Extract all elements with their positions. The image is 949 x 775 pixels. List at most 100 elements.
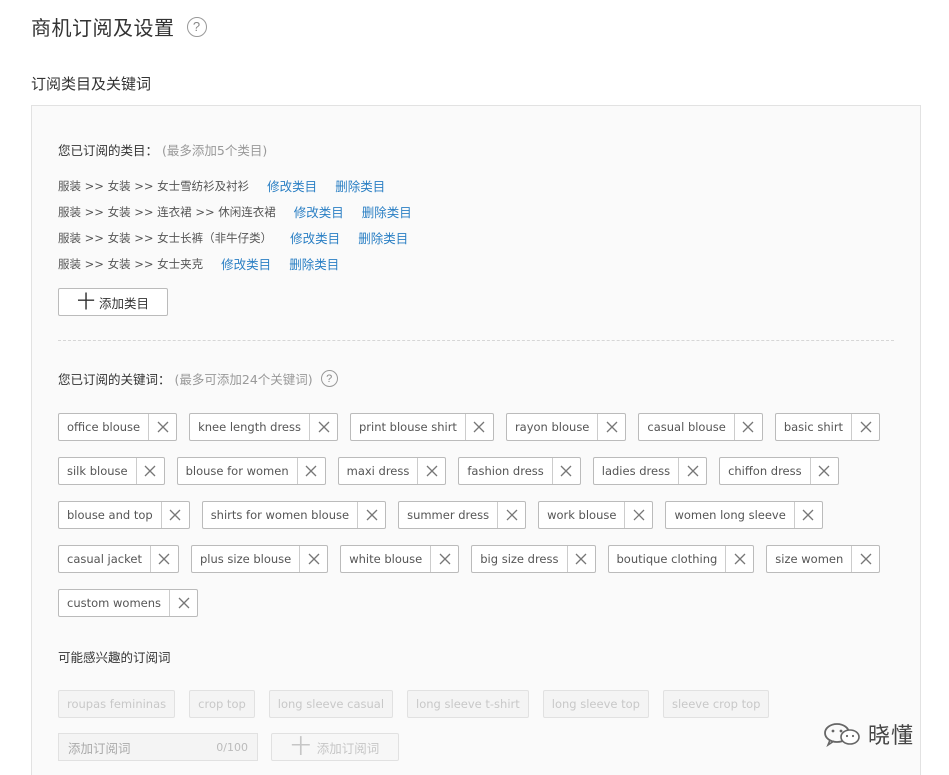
remove-keyword-icon[interactable]: [497, 502, 525, 528]
categories-note: (最多添加5个类目): [162, 143, 268, 158]
keyword-tag-label: shirts for women blouse: [210, 508, 350, 522]
keyword-tag-label: plus size blouse: [199, 552, 292, 566]
remove-keyword-icon[interactable]: [809, 458, 838, 484]
remove-keyword-icon[interactable]: [566, 546, 595, 572]
keyword-tag-label: chiffon dress: [728, 464, 802, 478]
keyword-tag: big size dress: [471, 545, 596, 573]
categories-label: 您已订阅的类目： (最多添加5个类目): [58, 140, 267, 159]
keyword-tag-label: custom womens: [67, 596, 162, 610]
edit-category-link[interactable]: 修改类目: [267, 176, 317, 195]
remove-keyword-icon[interactable]: [733, 414, 762, 440]
category-path: 服装 >> 女装 >> 女士长裤（非牛仔类）: [58, 230, 273, 245]
categories-label-text: 您已订阅的类目：: [58, 143, 159, 158]
suggested-keyword[interactable]: long sleeve t-shirt: [407, 690, 529, 718]
keyword-tag-label: silk blouse: [67, 464, 128, 478]
keyword-tag-label: basic shirt: [783, 420, 844, 434]
remove-keyword-icon[interactable]: [417, 458, 445, 484]
wechat-logo-icon: [824, 723, 860, 747]
category-row: 服装 >> 女装 >> 女士雪纺衫及衬衫 修改类目 删除类目: [58, 176, 385, 195]
keywords-label-text: 您已订阅的关键词：: [58, 372, 171, 387]
remove-keyword-icon[interactable]: [725, 546, 753, 572]
remove-keyword-icon[interactable]: [851, 414, 879, 440]
remove-keyword-icon[interactable]: [851, 546, 879, 572]
plus-icon: 十: [290, 736, 311, 758]
watermark-text: 晓懂: [868, 724, 915, 749]
keyword-tag: blouse and top: [58, 501, 190, 529]
remove-keyword-icon[interactable]: [430, 546, 458, 572]
keyword-tag: boutique clothing: [607, 545, 755, 573]
edit-category-link[interactable]: 修改类目: [290, 228, 340, 247]
section-title: 订阅类目及关键词: [31, 75, 152, 93]
remove-keyword-icon[interactable]: [299, 546, 327, 572]
keyword-tag: casual jacket: [58, 545, 179, 573]
add-keyword-input[interactable]: 添加订阅词 0/100: [58, 733, 258, 761]
keyword-tag: casual blouse: [638, 413, 763, 441]
remove-keyword-icon[interactable]: [357, 502, 385, 528]
add-keyword-button[interactable]: 十 添加订阅词: [271, 733, 399, 761]
category-row: 服装 >> 女装 >> 连衣裙 >> 休闲连衣裙 修改类目 删除类目: [58, 202, 412, 221]
page-title: 商机订阅及设置 ?: [31, 12, 207, 41]
add-keyword-button-label: 添加订阅词: [316, 740, 380, 756]
keyword-tag-label: work blouse: [547, 508, 617, 522]
remove-keyword-icon[interactable]: [160, 502, 189, 528]
keyword-tag-label: blouse for women: [185, 464, 289, 478]
delete-category-link[interactable]: 删除类目: [335, 176, 385, 195]
keyword-tags: office blouse knee length dress print blou…: [58, 413, 898, 633]
delete-category-link[interactable]: 删除类目: [362, 202, 412, 221]
keyword-tag: maxi dress: [337, 457, 447, 485]
keyword-tag-label: office blouse: [67, 420, 141, 434]
keyword-tag: custom womens: [58, 589, 199, 617]
category-path: 服装 >> 女装 >> 女士夹克: [58, 256, 204, 271]
remove-keyword-icon[interactable]: [551, 458, 580, 484]
remove-keyword-icon[interactable]: [624, 502, 652, 528]
divider: [58, 340, 894, 341]
remove-keyword-icon[interactable]: [464, 414, 493, 440]
keyword-tag-label: size women: [775, 552, 844, 566]
keyword-tag-label: women long sleeve: [674, 508, 786, 522]
keyword-tag-row: office blouse knee length dress print blou…: [58, 413, 898, 441]
suggested-keyword[interactable]: crop top: [189, 690, 255, 718]
suggested-keyword[interactable]: sleeve crop top: [662, 690, 770, 718]
remove-keyword-icon[interactable]: [309, 414, 337, 440]
remove-keyword-icon[interactable]: [169, 590, 197, 616]
keyword-tag: white blouse: [340, 545, 460, 573]
keyword-tag: rayon blouse: [505, 413, 627, 441]
remove-keyword-icon[interactable]: [149, 546, 178, 572]
edit-category-link[interactable]: 修改类目: [294, 202, 344, 221]
remove-keyword-icon[interactable]: [296, 458, 325, 484]
keyword-tag-label: rayon blouse: [514, 420, 590, 434]
keyword-tag: blouse for women: [176, 457, 326, 485]
suggested-keyword[interactable]: long sleeve casual: [268, 690, 394, 718]
page-title-text: 商机订阅及设置: [31, 16, 175, 40]
help-icon[interactable]: ?: [320, 370, 338, 387]
help-icon[interactable]: ?: [186, 16, 207, 37]
plus-icon: 十: [76, 292, 95, 312]
keyword-tag-row: silk blouse blouse for women maxi dress fas…: [58, 457, 898, 485]
keyword-tag-label: casual jacket: [67, 552, 142, 566]
keyword-tag-row: casual jacket plus size blouse white blous…: [58, 545, 898, 573]
remove-keyword-icon[interactable]: [597, 414, 625, 440]
add-category-button[interactable]: 十 添加类目: [58, 288, 168, 316]
edit-category-link[interactable]: 修改类目: [221, 254, 271, 273]
suggested-keyword[interactable]: long sleeve top: [542, 690, 649, 718]
keyword-tag-label: fashion dress: [467, 464, 544, 478]
suggested-keywords: roupas femininas crop top long sleeve casu…: [58, 690, 783, 718]
remove-keyword-icon[interactable]: [793, 502, 822, 528]
suggested-keyword[interactable]: roupas femininas: [58, 690, 176, 718]
category-path: 服装 >> 女装 >> 连衣裙 >> 休闲连衣裙: [58, 204, 276, 219]
remove-keyword-icon[interactable]: [678, 458, 706, 484]
delete-category-link[interactable]: 删除类目: [358, 228, 408, 247]
keyword-tag: summer dress: [398, 501, 527, 529]
keywords-note: (最多可添加24个关键词): [174, 372, 313, 387]
keyword-tag: women long sleeve: [665, 501, 823, 529]
remove-keyword-icon[interactable]: [135, 458, 164, 484]
watermark: 晓懂: [822, 718, 914, 750]
char-count: 0/100: [216, 740, 248, 754]
keyword-tag-label: white blouse: [349, 552, 423, 566]
keyword-tag: work blouse: [538, 501, 654, 529]
delete-category-link[interactable]: 删除类目: [289, 254, 339, 273]
remove-keyword-icon[interactable]: [148, 414, 176, 440]
keyword-tag: print blouse shirt: [350, 413, 494, 441]
keyword-tag: shirts for women blouse: [201, 501, 387, 529]
keyword-tag-row: blouse and top shirts for women blouse sum…: [58, 501, 898, 529]
